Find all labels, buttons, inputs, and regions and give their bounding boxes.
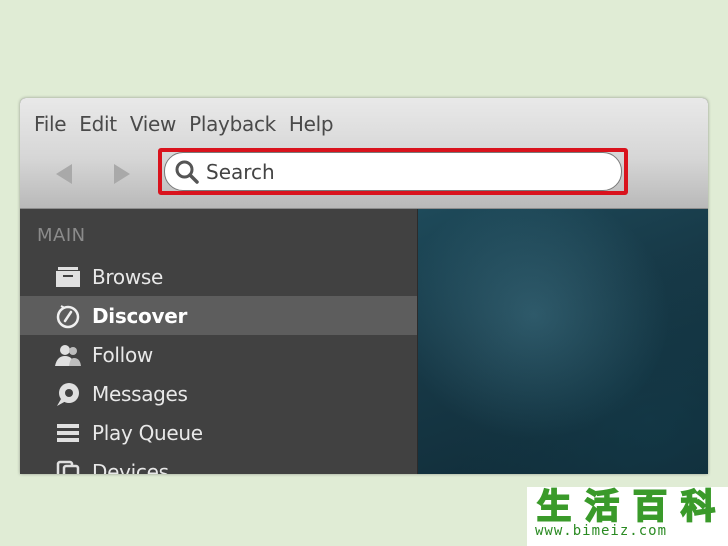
sidebar-item-devices[interactable]: Devices	[20, 452, 417, 474]
watermark-char: 活	[584, 486, 620, 528]
triangle-right-icon	[114, 164, 130, 184]
menu-help[interactable]: Help	[289, 112, 334, 136]
triangle-left-icon	[56, 164, 72, 184]
sidebar-item-label: Play Queue	[92, 420, 203, 445]
play-queue-icon	[54, 419, 82, 447]
watermark-char: 生	[536, 486, 572, 528]
forward-button[interactable]	[108, 160, 136, 188]
watermark-char: 百	[632, 486, 668, 528]
back-button[interactable]	[50, 160, 78, 188]
menu-playback[interactable]: Playback	[189, 112, 276, 136]
search-input[interactable]	[206, 159, 586, 184]
sidebar-item-label: Follow	[92, 342, 153, 367]
watermark: 生 活 百 科 www.bimeiz.com	[527, 486, 728, 546]
menu-view[interactable]: View	[130, 112, 177, 136]
sidebar-item-label: Messages	[92, 381, 188, 406]
sidebar-item-follow[interactable]: Follow	[20, 335, 417, 374]
watermark-url: www.bimeiz.com	[535, 523, 668, 539]
sidebar-item-label: Discover	[92, 303, 188, 328]
sidebar-item-messages[interactable]: Messages	[20, 374, 417, 413]
sidebar-item-discover[interactable]: Discover	[20, 296, 417, 335]
menu-file[interactable]: File	[34, 112, 67, 136]
toolbar: File Edit View Playback Help	[20, 98, 708, 209]
sidebar-item-label: Browse	[92, 264, 164, 289]
app-window: File Edit View Playback Help Search MAIN…	[20, 98, 708, 474]
sidebar-item-play-queue[interactable]: Play Queue	[20, 413, 417, 452]
follow-icon	[54, 341, 82, 369]
discover-icon	[54, 302, 82, 330]
sidebar-item-label: Devices	[92, 459, 169, 475]
sidebar-item-browse[interactable]: Browse	[20, 257, 417, 296]
sidebar: MAIN Browse Discover Follow Messages Pla…	[20, 209, 417, 474]
browse-icon	[54, 263, 82, 291]
content-artwork	[418, 209, 708, 474]
watermark-chars: 生 活 百 科	[531, 486, 721, 528]
sidebar-section-label: MAIN	[37, 225, 86, 246]
watermark-char: 科	[680, 486, 716, 528]
search-box[interactable]	[164, 152, 622, 191]
navigation-buttons	[50, 160, 136, 188]
messages-icon	[54, 380, 82, 408]
search-icon	[174, 159, 200, 185]
menu-bar: File Edit View Playback Help	[34, 112, 346, 136]
menu-edit[interactable]: Edit	[79, 112, 117, 136]
devices-icon	[54, 458, 82, 474]
